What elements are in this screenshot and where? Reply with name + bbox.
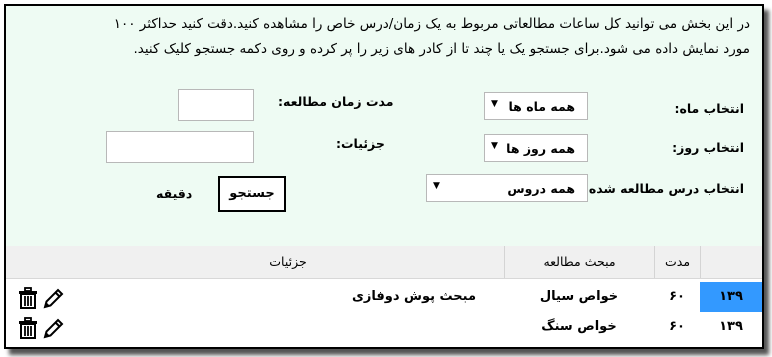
course-label: انتخاب درس مطالعه شده: (583, 181, 744, 196)
row-actions (14, 286, 70, 310)
month-select-value: همه ماه ها (508, 99, 575, 114)
course-select[interactable]: همه دروس ▼ (426, 174, 588, 202)
topic-header[interactable]: مبحث مطالعه (504, 246, 654, 278)
trash-icon[interactable] (16, 286, 40, 310)
month-label: انتخاب ماه: (674, 101, 744, 116)
details-label: جزئیات: (336, 136, 385, 151)
trash-icon[interactable] (16, 316, 40, 340)
duration-header[interactable]: مدت (654, 246, 700, 278)
month-select[interactable]: همه ماه ها ▼ (484, 92, 588, 120)
duration-cell: ۶۰ (669, 319, 685, 334)
intro-line-2: مورد نمایش داده می شود.برای جستجو یک یا … (133, 41, 750, 57)
course-select-value: همه دروس (507, 181, 575, 196)
duration-input[interactable] (178, 89, 254, 121)
day-select-value: همه روز ها (506, 141, 575, 156)
table-row[interactable]: ۱۳۹ ۶۰ خواص سنگ (6, 312, 762, 342)
topic-cell: خواص سیال (539, 289, 619, 304)
edit-icon[interactable] (42, 316, 66, 340)
chevron-down-icon: ▼ (491, 141, 498, 151)
table-row[interactable]: ۱۳۹ ۶۰ خواص سیال مبحث پوش دوفازی (6, 282, 762, 312)
intro-line-1: در این بخش می توانید کل ساعات مطالعاتی م… (113, 16, 750, 32)
day-label: انتخاب روز: (672, 140, 744, 155)
details-input[interactable] (106, 131, 254, 163)
id-cell: ۱۳۹ (719, 319, 743, 334)
duration-label: مدت زمان مطالعه: (278, 94, 394, 109)
topic-cell: خواص سنگ (541, 319, 617, 334)
details-header[interactable]: جزئیات (72, 246, 504, 278)
duration-cell: ۶۰ (669, 289, 685, 304)
chevron-down-icon: ▼ (433, 181, 440, 191)
minute-unit-label: دقیقه (156, 186, 193, 201)
table-header: مدت مبحث مطالعه جزئیات (6, 246, 762, 279)
search-button[interactable]: جستجو (218, 176, 286, 212)
details-cell: مبحث پوش دوفازی (351, 289, 477, 304)
search-panel: در این بخش می توانید کل ساعات مطالعاتی م… (6, 6, 762, 246)
details-cell (324, 312, 504, 342)
day-select[interactable]: همه روز ها ▼ (484, 134, 588, 162)
window: در این بخش می توانید کل ساعات مطالعاتی م… (4, 4, 764, 349)
intro-text: در این بخش می توانید کل ساعات مطالعاتی م… (14, 12, 750, 62)
edit-icon[interactable] (42, 286, 66, 310)
row-actions (14, 316, 70, 340)
chevron-down-icon: ▼ (491, 99, 498, 109)
id-cell: ۱۳۹ (700, 282, 762, 312)
id-header (700, 246, 762, 278)
